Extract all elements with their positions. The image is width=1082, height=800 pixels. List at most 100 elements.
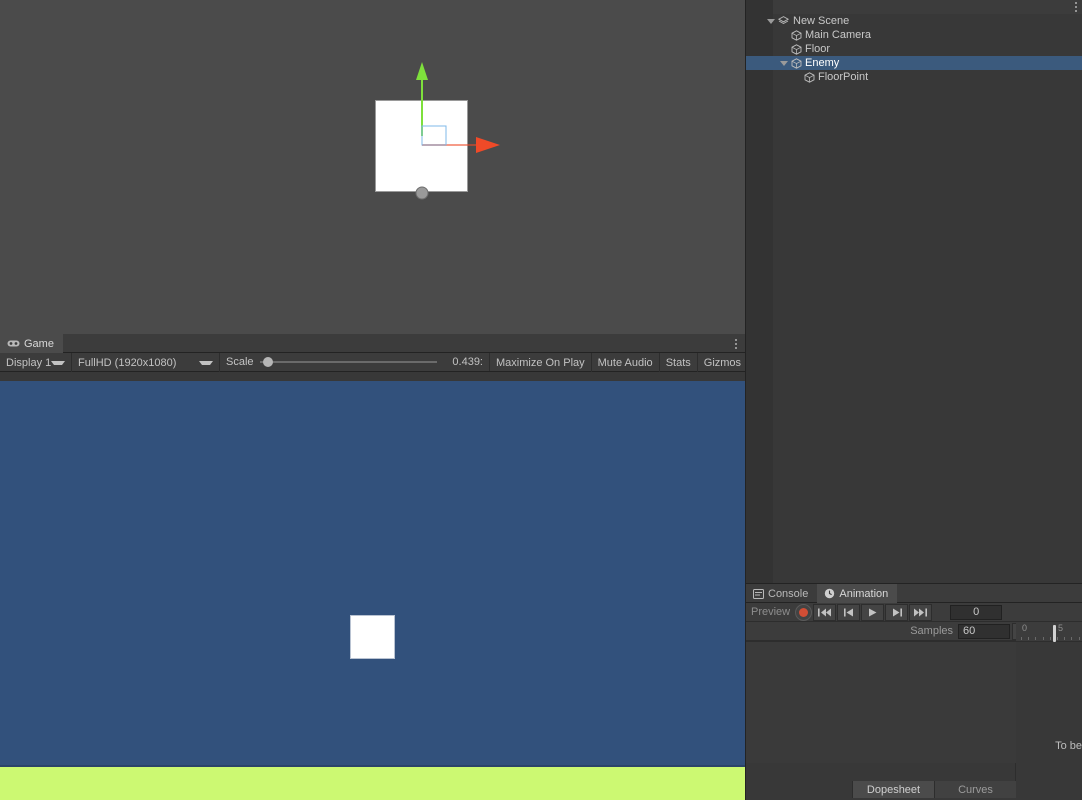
kebab-menu-icon (1075, 2, 1077, 12)
animation-property-list[interactable] (746, 641, 1016, 763)
animation-view-tabs[interactable]: Dopesheet Curves (746, 781, 1016, 798)
tab-label: Animation (839, 587, 889, 600)
tab-game-label: Game (24, 337, 54, 350)
timeline-tick-label: 0 (1022, 623, 1028, 633)
hierarchy-menu-button[interactable] (1075, 2, 1077, 12)
animation-tabstrip[interactable]: Console Animation (746, 584, 1082, 603)
clock-icon (825, 588, 835, 599)
skip-to-start-icon (818, 608, 832, 616)
scale-value: 0.439: (452, 356, 483, 368)
hierarchy-item-enemy[interactable]: Enemy (746, 56, 1082, 70)
timeline-tick (1028, 637, 1030, 640)
timeline-tick (1057, 637, 1058, 640)
mute-audio-label: Mute Audio (597, 356, 653, 369)
scene-icon (778, 16, 793, 26)
view-tab-curves[interactable]: Curves (934, 781, 1016, 798)
timeline-tick (1049, 637, 1051, 640)
hierarchy-panel: New Scene Main Camera Floor Enemy FloorPoint (745, 0, 1082, 583)
game-ground (0, 765, 745, 800)
hierarchy-item-label: Floor (805, 43, 831, 55)
hierarchy-item-label: FloorPoint (818, 71, 869, 83)
previous-frame-button[interactable] (837, 603, 861, 621)
move-gizmo[interactable] (0, 0, 745, 334)
scale-slider[interactable] (259, 357, 437, 367)
kebab-menu-icon (735, 338, 737, 349)
gizmo-x-arrow (476, 137, 500, 153)
hierarchy-item-label: Main Camera (805, 29, 872, 41)
step-back-icon (843, 608, 853, 616)
step-forward-icon (892, 608, 902, 616)
hierarchy-item-label: New Scene (793, 15, 850, 27)
samples-field[interactable]: 60 (958, 623, 1010, 639)
tab-console[interactable]: Console (746, 584, 817, 603)
unity-editor-window: Game Display 1 FullHD (1920x1080) Scale … (0, 0, 1082, 800)
chevron-down-icon (199, 360, 213, 365)
display-dropdown[interactable]: Display 1 (0, 353, 72, 372)
stats-button[interactable]: Stats (660, 353, 698, 372)
game-tabstrip: Game (0, 334, 745, 353)
animation-panel: Console Animation Preview 0 Samples 60 D… (745, 583, 1082, 800)
next-frame-button[interactable] (885, 603, 909, 621)
skip-to-end-icon (914, 608, 928, 616)
scene-viewport[interactable] (0, 0, 745, 334)
record-icon (799, 607, 809, 617)
chevron-down-icon (51, 360, 66, 365)
timeline-ruler[interactable]: 05 (1016, 622, 1082, 642)
preview-label[interactable]: Preview (746, 606, 795, 618)
hierarchy-item-main-camera[interactable]: Main Camera (746, 28, 1082, 42)
tab-label: Console (768, 587, 809, 600)
animation-playback-controls: Preview 0 (746, 603, 1016, 622)
hierarchy-header (746, 0, 1082, 14)
timeline-tick (1042, 637, 1044, 640)
tab-game[interactable]: Game (0, 334, 63, 353)
game-panel-menu-button[interactable] (731, 334, 741, 353)
hierarchy-tree[interactable]: New Scene Main Camera Floor Enemy FloorPoint (746, 14, 1082, 84)
timeline-tick-label: 5 (1058, 623, 1064, 633)
first-frame-button[interactable] (813, 603, 837, 621)
timeline-tick (1064, 637, 1066, 640)
gizmo-y-arrow (416, 62, 428, 80)
scene-icon (778, 16, 789, 25)
last-frame-button[interactable] (909, 603, 933, 621)
foldout-arrow-icon[interactable] (767, 18, 775, 24)
samples-label: Samples (910, 625, 953, 637)
cube-icon (791, 57, 802, 69)
play-icon (869, 608, 877, 616)
timeline-tick (1035, 637, 1037, 640)
game-viewport[interactable] (0, 381, 745, 800)
play-button[interactable] (861, 603, 885, 621)
hierarchy-item-label: Enemy (805, 57, 840, 69)
gamepad-icon (7, 340, 20, 347)
timeline-tick (1071, 637, 1073, 640)
timeline-playhead[interactable] (1053, 625, 1056, 642)
hierarchy-item-new-scene[interactable]: New Scene (746, 14, 1082, 28)
hierarchy-gutter (746, 0, 773, 583)
tab-animation[interactable]: Animation (817, 584, 898, 603)
record-button[interactable] (795, 603, 813, 621)
maximize-on-play-button[interactable]: Maximize On Play (490, 353, 592, 372)
foldout-arrow-icon[interactable] (780, 60, 788, 66)
display-dropdown-label: Display 1 (6, 356, 52, 369)
resolution-dropdown[interactable]: FullHD (1920x1080) (72, 353, 220, 372)
resolution-dropdown-label: FullHD (1920x1080) (78, 356, 177, 369)
current-frame-field[interactable]: 0 (950, 604, 1003, 620)
animation-empty-message: To be (1055, 740, 1082, 752)
mute-audio-button[interactable]: Mute Audio (592, 353, 660, 372)
scene-sprite-enemy[interactable] (375, 100, 468, 192)
hierarchy-item-floorpoint[interactable]: FloorPoint (746, 70, 1082, 84)
cube-icon (791, 43, 802, 55)
scale-slider-knob[interactable] (263, 357, 274, 367)
console-icon (753, 588, 764, 599)
game-player-sprite (350, 615, 395, 659)
maximize-on-play-label: Maximize On Play (496, 356, 585, 369)
timeline-tick (1078, 637, 1080, 640)
cube-icon (791, 57, 805, 69)
clock-icon (824, 588, 835, 599)
game-panel: Game Display 1 FullHD (1920x1080) Scale … (0, 334, 760, 800)
timeline-tick (1021, 637, 1022, 640)
cube-icon (791, 43, 805, 55)
scale-control[interactable]: Scale 0.439: (220, 353, 490, 371)
hierarchy-item-floor[interactable]: Floor (746, 42, 1082, 56)
animation-timeline[interactable]: 05 To be (1016, 622, 1082, 800)
view-tab-dopesheet[interactable]: Dopesheet (852, 781, 934, 798)
